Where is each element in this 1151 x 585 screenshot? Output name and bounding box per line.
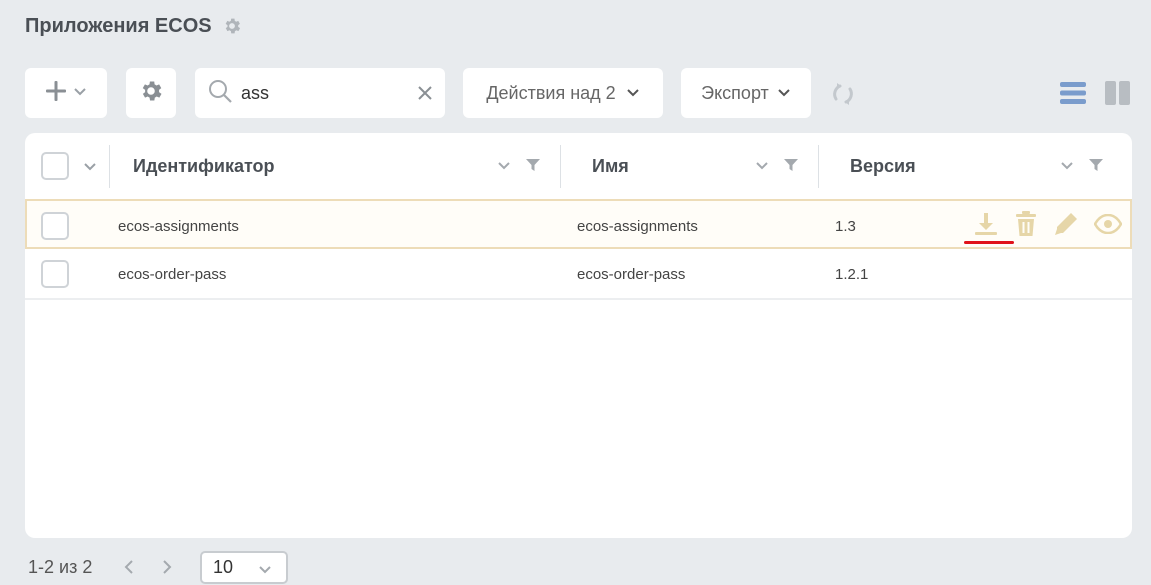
bulk-actions-button[interactable]: Действия над 2	[463, 68, 663, 118]
grid-header: Идентификатор Имя Версия	[25, 133, 1132, 199]
select-all-cell	[41, 133, 97, 199]
trash-icon[interactable]	[1014, 211, 1038, 241]
chevron-down-icon	[258, 562, 272, 576]
pagination-range: 1-2 из 2	[28, 556, 93, 577]
filter-icon[interactable]	[1088, 157, 1104, 178]
select-all-checkbox[interactable]	[41, 152, 69, 180]
column-divider	[560, 145, 561, 188]
settings-button[interactable]	[126, 68, 176, 118]
column-label: Версия	[850, 155, 916, 176]
chevron-down-icon	[777, 83, 791, 104]
gear-icon[interactable]	[222, 16, 242, 36]
export-label: Экспорт	[701, 82, 769, 103]
search-icon	[207, 78, 233, 109]
export-button[interactable]: Экспорт	[681, 68, 811, 118]
page-header: Приложения ECOS	[25, 12, 242, 40]
prev-page-icon[interactable]	[121, 559, 137, 575]
next-page-icon[interactable]	[159, 559, 175, 575]
page-size-select[interactable]: 10	[200, 551, 288, 584]
list-view-icon[interactable]	[1060, 80, 1086, 106]
cell-id: ecos-assignments	[118, 217, 239, 235]
column-header-id[interactable]: Идентификатор	[133, 133, 275, 199]
page-size-value: 10	[213, 557, 234, 577]
table-row[interactable]: ecos-order-pass ecos-order-pass 1.2.1	[25, 249, 1132, 299]
cell-name: ecos-order-pass	[577, 265, 686, 283]
column-divider	[818, 145, 819, 188]
page-title: Приложения ECOS	[25, 14, 212, 37]
pencil-icon[interactable]	[1053, 211, 1079, 241]
pagination: 1-2 из 2	[28, 551, 92, 583]
chevron-down-icon	[73, 84, 87, 103]
plus-icon	[45, 80, 67, 107]
create-button[interactable]	[25, 68, 107, 118]
clear-search-icon[interactable]	[417, 85, 433, 101]
eye-icon[interactable]	[1093, 213, 1123, 238]
cell-version: 1.2.1	[835, 265, 869, 283]
active-action-underline	[964, 241, 1014, 244]
column-header-name[interactable]: Имя	[592, 133, 629, 199]
column-divider	[109, 145, 110, 188]
column-label: Имя	[592, 155, 629, 176]
sort-chevron-icon[interactable]	[755, 158, 769, 177]
cell-name: ecos-assignments	[577, 217, 698, 235]
sort-chevron-icon[interactable]	[1060, 158, 1074, 177]
chevron-down-icon	[626, 83, 640, 104]
reload-icon[interactable]	[829, 80, 857, 108]
column-header-version[interactable]: Версия	[850, 133, 916, 199]
sort-chevron-icon[interactable]	[497, 158, 511, 177]
search-box	[195, 68, 445, 118]
table-row[interactable]: ecos-assignments ecos-assignments 1.3	[25, 199, 1132, 249]
row-divider	[25, 298, 1132, 300]
search-input[interactable]	[241, 82, 391, 104]
filter-icon[interactable]	[783, 157, 799, 178]
cell-version: 1.3	[835, 217, 856, 235]
row-checkbox[interactable]	[41, 260, 69, 288]
columns-view-icon[interactable]	[1105, 80, 1131, 106]
bulk-actions-label: Действия над 2	[486, 82, 616, 103]
row-checkbox[interactable]	[41, 212, 69, 240]
data-grid: Идентификатор Имя Версия ecos-assignment…	[25, 133, 1132, 538]
chevron-down-icon[interactable]	[83, 159, 97, 173]
download-icon[interactable]	[973, 211, 999, 241]
cell-id: ecos-order-pass	[118, 265, 227, 283]
filter-icon[interactable]	[525, 157, 541, 178]
gear-icon	[138, 78, 164, 109]
column-label: Идентификатор	[133, 155, 275, 176]
